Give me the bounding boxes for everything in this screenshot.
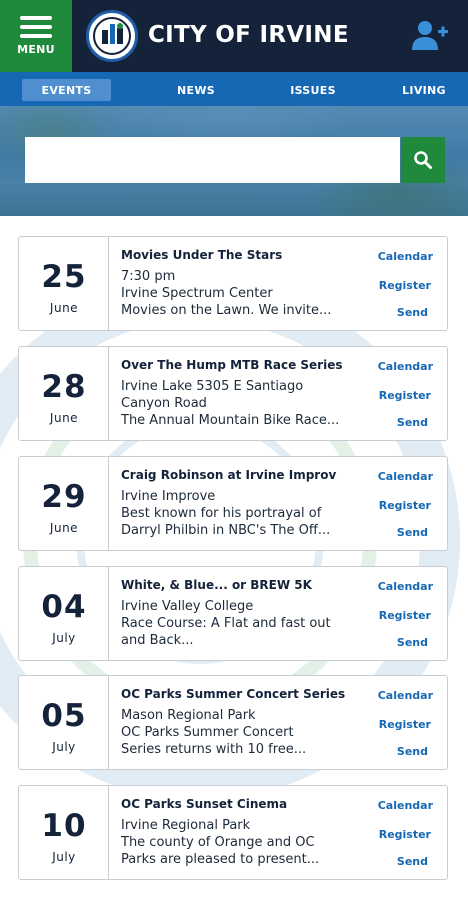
- event-date: 29 June: [19, 457, 109, 550]
- event-day: 29: [41, 479, 87, 515]
- send-link[interactable]: Send: [397, 636, 428, 649]
- hamburger-icon: [20, 16, 52, 38]
- event-month: June: [49, 521, 79, 535]
- event-detail-line: Canyon Road: [121, 396, 207, 411]
- register-link[interactable]: Register: [379, 389, 431, 402]
- event-detail-line: and Back...: [121, 633, 194, 648]
- search-button[interactable]: [401, 137, 445, 183]
- event-details: Irvine Improve Best known for his portra…: [121, 488, 371, 539]
- send-link[interactable]: Send: [397, 855, 428, 868]
- event-card[interactable]: 25 June Movies Under The Stars 7:30 pm I…: [18, 236, 448, 331]
- event-card[interactable]: 28 June Over The Hump MTB Race Series Ir…: [18, 346, 448, 441]
- event-date: 05 July: [19, 676, 109, 769]
- top-nav: EVENTS NEWS ISSUES LIVING: [0, 72, 468, 106]
- send-link[interactable]: Send: [397, 416, 428, 429]
- send-link[interactable]: Send: [397, 526, 428, 539]
- register-link[interactable]: Register: [379, 609, 431, 622]
- event-day: 04: [41, 589, 87, 625]
- menu-label: MENU: [17, 43, 55, 56]
- event-details: Irvine Valley College Race Course: A Fla…: [121, 598, 371, 649]
- event-detail-line: 7:30 pm: [121, 269, 176, 284]
- event-title: White, & Blue... or BREW 5K: [121, 578, 312, 592]
- calendar-link[interactable]: Calendar: [378, 470, 433, 483]
- event-day: 25: [41, 259, 87, 295]
- event-details: Mason Regional Park OC Parks Summer Conc…: [121, 707, 371, 758]
- event-date: 10 July: [19, 786, 109, 879]
- menu-button[interactable]: MENU: [0, 0, 72, 72]
- tab-events[interactable]: EVENTS: [22, 79, 111, 101]
- event-month: July: [52, 631, 76, 645]
- irvine-seal-icon: [93, 17, 131, 55]
- tab-living[interactable]: LIVING: [392, 79, 456, 101]
- event-card[interactable]: 04 July White, & Blue... or BREW 5K Irvi…: [18, 566, 448, 661]
- calendar-link[interactable]: Calendar: [378, 799, 433, 812]
- add-user-icon: [412, 21, 448, 50]
- event-card[interactable]: 10 July OC Parks Sunset Cinema Irvine Re…: [18, 785, 448, 880]
- search-icon: [414, 151, 432, 169]
- calendar-link[interactable]: Calendar: [378, 360, 433, 373]
- event-detail-line: Movies on the Lawn. We invite...: [121, 303, 332, 318]
- event-detail-line: Irvine Spectrum Center: [121, 286, 273, 301]
- event-detail-line: Irvine Valley College: [121, 599, 254, 614]
- event-detail-line: Series returns with 10 free...: [121, 742, 307, 757]
- app-title: CITY OF IRVINE: [148, 22, 349, 48]
- send-link[interactable]: Send: [397, 306, 428, 319]
- register-link[interactable]: Register: [379, 828, 431, 841]
- event-title: OC Parks Sunset Cinema: [121, 797, 288, 811]
- event-details: Irvine Regional Park The county of Orang…: [121, 817, 371, 868]
- city-seal-logo: [86, 10, 138, 62]
- event-detail-line: Irvine Lake 5305 E Santiago: [121, 379, 304, 394]
- event-month: July: [52, 740, 76, 754]
- event-card[interactable]: 29 June Craig Robinson at Irvine Improv …: [18, 456, 448, 551]
- events-list: 25 June Movies Under The Stars 7:30 pm I…: [0, 216, 468, 900]
- event-detail-line: Best known for his portrayal of: [121, 506, 322, 521]
- event-day: 28: [41, 369, 87, 405]
- event-detail-line: Darryl Philbin in NBC's The Off...: [121, 523, 331, 538]
- calendar-link[interactable]: Calendar: [378, 250, 433, 263]
- event-card[interactable]: 05 July OC Parks Summer Concert Series M…: [18, 675, 448, 770]
- register-link[interactable]: Register: [379, 718, 431, 731]
- register-link[interactable]: Register: [379, 499, 431, 512]
- event-title: Craig Robinson at Irvine Improv: [121, 468, 337, 482]
- event-day: 05: [41, 698, 87, 734]
- event-detail-line: Mason Regional Park: [121, 708, 256, 723]
- event-date: 25 June: [19, 237, 109, 330]
- event-title: Movies Under The Stars: [121, 248, 283, 262]
- tab-issues[interactable]: ISSUES: [276, 79, 350, 101]
- event-month: July: [52, 850, 76, 864]
- event-month: June: [49, 411, 79, 425]
- event-date: 28 June: [19, 347, 109, 440]
- app-header: MENU CITY OF IRVINE: [0, 0, 468, 72]
- send-link[interactable]: Send: [397, 745, 428, 758]
- calendar-link[interactable]: Calendar: [378, 689, 433, 702]
- tab-news[interactable]: NEWS: [160, 79, 232, 101]
- event-detail-line: The county of Orange and OC: [121, 835, 315, 850]
- event-detail-line: The Annual Mountain Bike Race...: [121, 413, 340, 428]
- event-detail-line: Irvine Regional Park: [121, 818, 251, 833]
- add-user-button[interactable]: [410, 18, 450, 54]
- event-title: OC Parks Summer Concert Series: [121, 687, 346, 701]
- event-title: Over The Hump MTB Race Series: [121, 358, 343, 372]
- event-date: 04 July: [19, 567, 109, 660]
- event-detail-line: Irvine Improve: [121, 489, 216, 504]
- event-detail-line: Parks are pleased to present...: [121, 852, 320, 867]
- event-details: 7:30 pm Irvine Spectrum Center Movies on…: [121, 268, 371, 319]
- event-detail-line: OC Parks Summer Concert: [121, 725, 294, 740]
- event-day: 10: [41, 808, 87, 844]
- event-month: June: [49, 301, 79, 315]
- calendar-link[interactable]: Calendar: [378, 580, 433, 593]
- register-link[interactable]: Register: [379, 279, 431, 292]
- event-details: Irvine Lake 5305 E Santiago Canyon Road …: [121, 378, 371, 429]
- event-detail-line: Race Course: A Flat and fast out: [121, 616, 331, 631]
- search-input[interactable]: [25, 137, 400, 183]
